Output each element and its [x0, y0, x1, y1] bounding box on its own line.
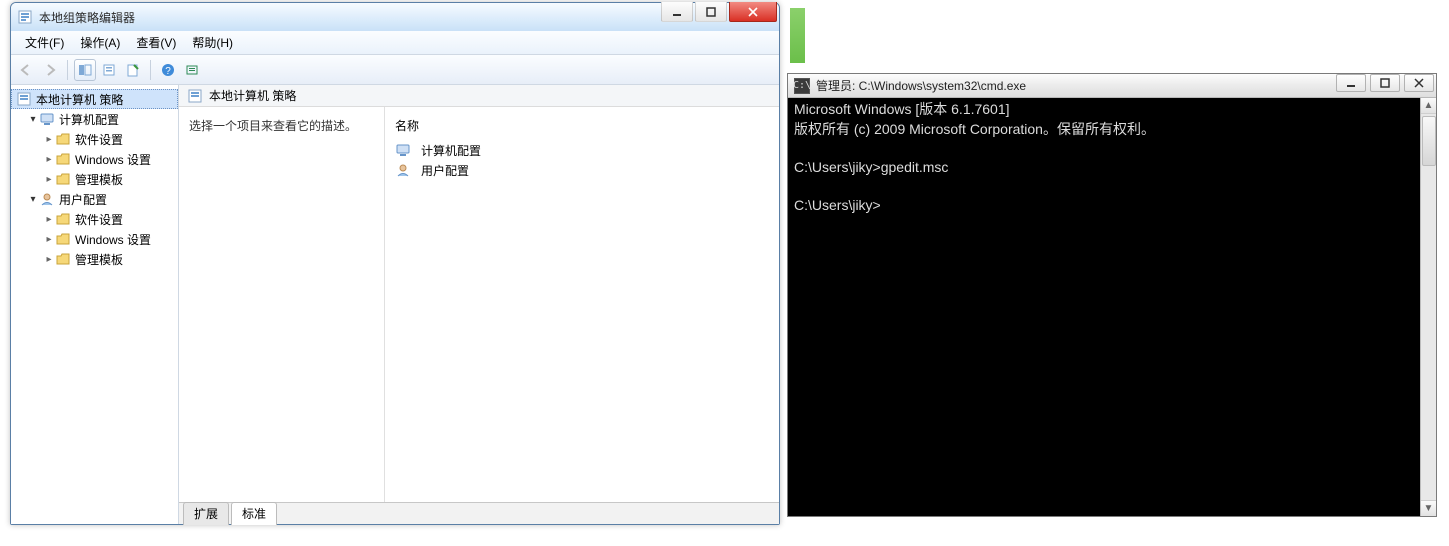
minimize-button[interactable]: [1336, 74, 1366, 92]
background-fragment: [790, 8, 805, 63]
properties-button[interactable]: [98, 59, 120, 81]
close-button[interactable]: [729, 2, 777, 22]
details-description-pane: 选择一个项目来查看它的描述。: [179, 107, 385, 502]
computer-icon: [395, 143, 411, 157]
expand-arrow-icon[interactable]: ▸: [43, 234, 55, 245]
tree-software-settings[interactable]: ▸ 软件设置: [11, 129, 178, 149]
help-button[interactable]: ?: [157, 59, 179, 81]
tab-extended[interactable]: 扩展: [183, 502, 229, 525]
gpedit-toolbar: ?: [11, 55, 779, 85]
details-header-title: 本地计算机 策略: [209, 87, 296, 104]
list-item-user-config[interactable]: 用户配置: [395, 160, 769, 180]
scroll-up-arrow-icon[interactable]: ▲: [1421, 98, 1436, 114]
gpedit-app-icon: [17, 9, 33, 25]
forward-button[interactable]: [39, 59, 61, 81]
folder-icon: [55, 253, 71, 265]
list-item-label: 计算机配置: [421, 142, 481, 159]
cmd-titlebar[interactable]: C:\ 管理员: C:\Windows\system32\cmd.exe: [788, 74, 1436, 98]
gpedit-body: 本地计算机 策略 ▾ 计算机配置 ▸ 软件设置 ▸ Windows 设置 ▸ 管…: [11, 85, 779, 524]
tree-label: 用户配置: [59, 191, 107, 208]
tree-label: 本地计算机 策略: [36, 91, 123, 108]
gpedit-menubar: 文件(F) 操作(A) 查看(V) 帮助(H): [11, 31, 779, 55]
cmd-line: 版权所有 (c) 2009 Microsoft Corporation。保留所有…: [794, 121, 1155, 137]
computer-icon: [39, 112, 55, 126]
tree-label: Windows 设置: [75, 231, 151, 248]
tree-admin-templates[interactable]: ▸ 管理模板: [11, 169, 178, 189]
folder-icon: [55, 133, 71, 145]
filter-button[interactable]: [181, 59, 203, 81]
tree-user-admin-templates[interactable]: ▸ 管理模板: [11, 249, 178, 269]
details-split: 选择一个项目来查看它的描述。 名称 计算机配置 用户配置: [179, 107, 779, 502]
tree-windows-settings[interactable]: ▸ Windows 设置: [11, 149, 178, 169]
cmd-scrollbar[interactable]: ▲ ▼: [1420, 98, 1436, 516]
export-list-button[interactable]: [122, 59, 144, 81]
policy-icon: [16, 92, 32, 106]
list-item-computer-config[interactable]: 计算机配置: [395, 140, 769, 160]
tree-computer-config[interactable]: ▾ 计算机配置: [11, 109, 178, 129]
back-button[interactable]: [15, 59, 37, 81]
scroll-down-arrow-icon[interactable]: ▼: [1421, 500, 1436, 516]
maximize-button[interactable]: [695, 2, 727, 22]
description-hint: 选择一个项目来查看它的描述。: [189, 119, 357, 133]
tree-user-software-settings[interactable]: ▸ 软件设置: [11, 209, 178, 229]
tree-label: 软件设置: [75, 211, 123, 228]
menu-view[interactable]: 查看(V): [128, 31, 184, 54]
cmd-line: Microsoft Windows [版本 6.1.7601]: [794, 101, 1010, 117]
svg-text:?: ?: [165, 66, 171, 77]
expand-arrow-icon[interactable]: ▸: [43, 254, 55, 265]
policy-icon: [187, 89, 203, 103]
tree-user-config[interactable]: ▾ 用户配置: [11, 189, 178, 209]
maximize-button[interactable]: [1370, 74, 1400, 92]
cmd-terminal-output[interactable]: Microsoft Windows [版本 6.1.7601] 版权所有 (c)…: [788, 98, 1436, 516]
gpedit-window: 本地组策略编辑器 文件(F) 操作(A) 查看(V) 帮助(H) ? 本地计算机…: [10, 2, 780, 525]
folder-icon: [55, 213, 71, 225]
gpedit-window-controls: [661, 3, 777, 22]
expand-arrow-icon[interactable]: ▾: [27, 194, 39, 205]
folder-icon: [55, 153, 71, 165]
gpedit-titlebar[interactable]: 本地组策略编辑器: [11, 3, 779, 31]
column-header-name[interactable]: 名称: [395, 113, 769, 140]
expand-arrow-icon[interactable]: ▸: [43, 154, 55, 165]
expand-arrow-icon[interactable]: ▸: [43, 134, 55, 145]
expand-arrow-icon[interactable]: ▾: [27, 114, 39, 125]
menu-action[interactable]: 操作(A): [72, 31, 128, 54]
tree-user-windows-settings[interactable]: ▸ Windows 设置: [11, 229, 178, 249]
folder-icon: [55, 233, 71, 245]
cmd-window-title: 管理员: C:\Windows\system32\cmd.exe: [816, 77, 1026, 94]
user-icon: [395, 163, 411, 177]
cmd-line: C:\Users\jiky>gpedit.msc: [794, 159, 948, 175]
tree-label: 软件设置: [75, 131, 123, 148]
cmd-line: C:\Users\jiky>: [794, 197, 881, 213]
tree-root-local-computer-policy[interactable]: 本地计算机 策略: [11, 89, 178, 109]
cmd-window: C:\ 管理员: C:\Windows\system32\cmd.exe Mic…: [787, 73, 1437, 517]
menu-help[interactable]: 帮助(H): [184, 31, 241, 54]
close-button[interactable]: [1404, 74, 1434, 92]
tree-label: 管理模板: [75, 251, 123, 268]
tab-standard[interactable]: 标准: [231, 502, 277, 525]
cmd-window-controls: [1336, 74, 1434, 92]
scroll-thumb[interactable]: [1422, 116, 1436, 166]
folder-icon: [55, 173, 71, 185]
user-icon: [39, 192, 55, 206]
menu-file[interactable]: 文件(F): [17, 31, 72, 54]
toolbar-separator: [67, 60, 68, 80]
gpedit-tree-panel: 本地计算机 策略 ▾ 计算机配置 ▸ 软件设置 ▸ Windows 设置 ▸ 管…: [11, 85, 179, 524]
minimize-button[interactable]: [661, 2, 693, 22]
cmd-app-icon: C:\: [794, 78, 810, 94]
expand-arrow-icon[interactable]: ▸: [43, 174, 55, 185]
tree-label: Windows 设置: [75, 151, 151, 168]
details-header: 本地计算机 策略: [179, 85, 779, 107]
details-list-pane: 名称 计算机配置 用户配置: [385, 107, 779, 502]
expand-arrow-icon[interactable]: ▸: [43, 214, 55, 225]
gpedit-details-panel: 本地计算机 策略 选择一个项目来查看它的描述。 名称 计算机配置 用户配置: [179, 85, 779, 524]
tree-label: 管理模板: [75, 171, 123, 188]
list-item-label: 用户配置: [421, 162, 469, 179]
toolbar-separator: [150, 60, 151, 80]
show-hide-tree-button[interactable]: [74, 59, 96, 81]
tree-label: 计算机配置: [59, 111, 119, 128]
details-tabs: 扩展 标准: [179, 502, 779, 524]
